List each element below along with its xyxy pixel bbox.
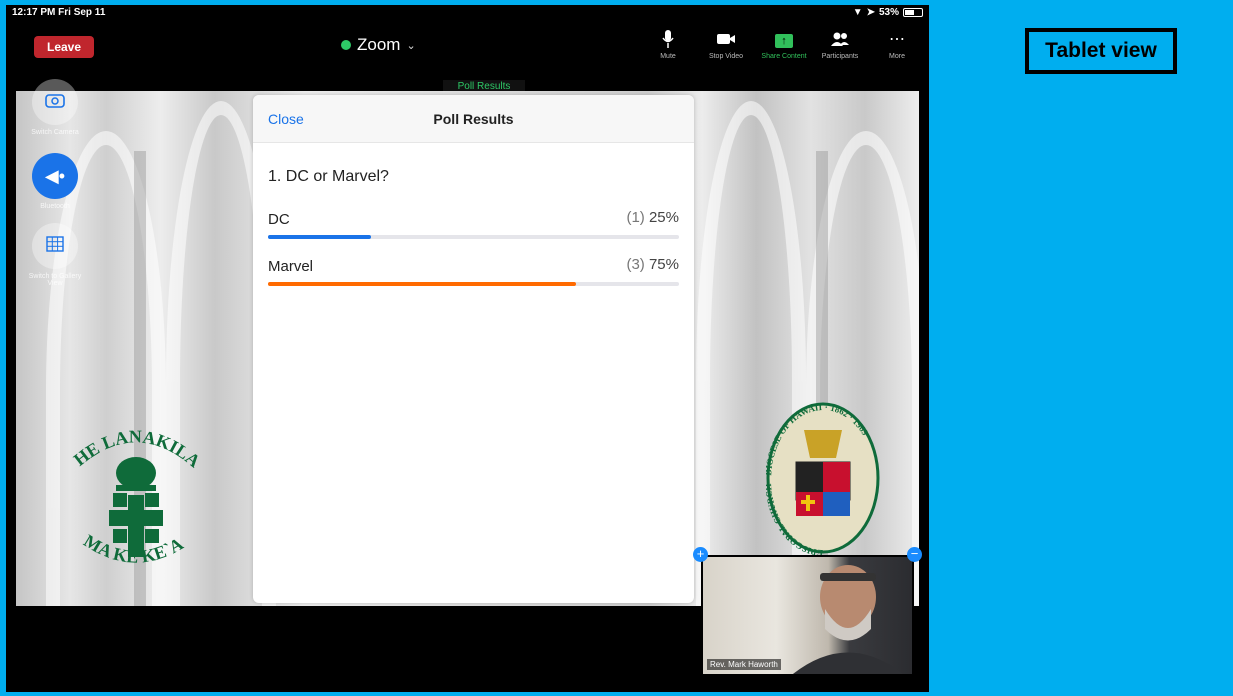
audio-output-label: Bluetooth	[40, 203, 70, 210]
he-lanakila-logo: HE LANAKILA MA KE KE`A	[70, 426, 204, 566]
switch-camera-button[interactable]	[32, 79, 78, 125]
share-screen-icon: ↑	[754, 29, 814, 51]
gallery-grid-icon	[46, 235, 64, 257]
mute-button[interactable]: Mute	[638, 29, 698, 60]
status-indicators: ▼ ➤ 53%	[853, 7, 923, 18]
poll-bar-track	[268, 282, 679, 286]
poll-bar-track	[268, 235, 679, 239]
tablet-screen: 12:17 PM Fri Sep 11 ▼ ➤ 53% Leave Zoom ⌄…	[6, 5, 929, 692]
poll-results-dialog: Close Poll Results 1. DC or Marvel? DC (…	[253, 95, 694, 603]
poll-option-label: Marvel	[268, 258, 314, 275]
meeting-name: Zoom	[357, 35, 401, 54]
location-icon: ➤	[866, 7, 875, 18]
plus-icon: +	[696, 546, 705, 561]
poll-option-percent: 75%	[648, 256, 679, 273]
audio-output-button[interactable]: ◀•	[32, 153, 78, 199]
video-camera-icon	[696, 29, 756, 51]
more-icon: ⋯	[889, 31, 905, 48]
more-button[interactable]: ⋯ More	[867, 29, 927, 60]
participants-button[interactable]: Participants	[810, 29, 870, 60]
participants-label: Participants	[821, 53, 859, 60]
share-content-label: Share Content	[761, 53, 807, 60]
poll-title: Poll Results	[433, 111, 514, 127]
mute-label: Mute	[660, 53, 676, 60]
poll-question: 1. DC or Marvel?	[268, 168, 389, 185]
encryption-shield-icon	[341, 40, 351, 50]
chevron-down-icon: ⌄	[406, 39, 416, 52]
self-view-video[interactable]: Rev. Mark Haworth	[701, 555, 914, 676]
microphone-icon	[638, 29, 698, 51]
meeting-toolbar: Leave Zoom ⌄ Mute Stop Video ↑ Share Con…	[6, 21, 929, 71]
more-label: More	[889, 53, 905, 60]
status-bar: 12:17 PM Fri Sep 11 ▼ ➤ 53%	[6, 5, 929, 21]
poll-option-count: (3)	[626, 256, 645, 273]
gallery-view-label: Switch to Gallery View	[28, 273, 82, 287]
leave-button[interactable]: Leave	[34, 36, 94, 58]
stop-video-label: Stop Video	[708, 53, 744, 60]
share-content-button[interactable]: ↑ Share Content	[754, 29, 814, 60]
poll-bar-fill	[268, 282, 577, 286]
poll-bar-fill	[268, 235, 371, 239]
poll-option: Marvel (3) 75%	[268, 256, 679, 286]
poll-option-count: (1)	[626, 209, 645, 226]
switch-camera-icon	[44, 91, 66, 114]
battery-icon	[903, 8, 923, 17]
tablet-view-label: Tablet view	[1025, 28, 1177, 74]
poll-option-label: DC	[268, 211, 290, 228]
poll-option: DC (1) 25%	[268, 209, 679, 239]
expand-self-view-button[interactable]: +	[693, 547, 708, 562]
minimize-self-view-button[interactable]: −	[907, 547, 922, 562]
poll-option-result: (1) 25%	[626, 209, 679, 226]
poll-option-result: (3) 75%	[626, 256, 679, 273]
gallery-view-button[interactable]	[32, 223, 78, 269]
poll-option-percent: 25%	[648, 209, 679, 226]
minus-icon: −	[910, 546, 919, 561]
battery-percent: 53%	[878, 7, 899, 18]
meeting-name-dropdown[interactable]: Zoom ⌄	[341, 35, 416, 55]
speaker-icon: ◀•	[44, 165, 66, 186]
status-time: 12:17 PM Fri Sep 11	[12, 7, 106, 18]
diocese-seal-logo: EPISCOPAL CHURCH · DIOCESE OF HAWAII · 1…	[766, 402, 880, 555]
participants-icon	[810, 29, 870, 51]
wifi-icon: ▼	[852, 7, 863, 18]
participant-name: Rev. Mark Haworth	[707, 659, 781, 670]
stop-video-button[interactable]: Stop Video	[696, 29, 756, 60]
poll-header: Close Poll Results	[253, 95, 694, 143]
switch-camera-label: Switch Camera	[31, 129, 79, 136]
